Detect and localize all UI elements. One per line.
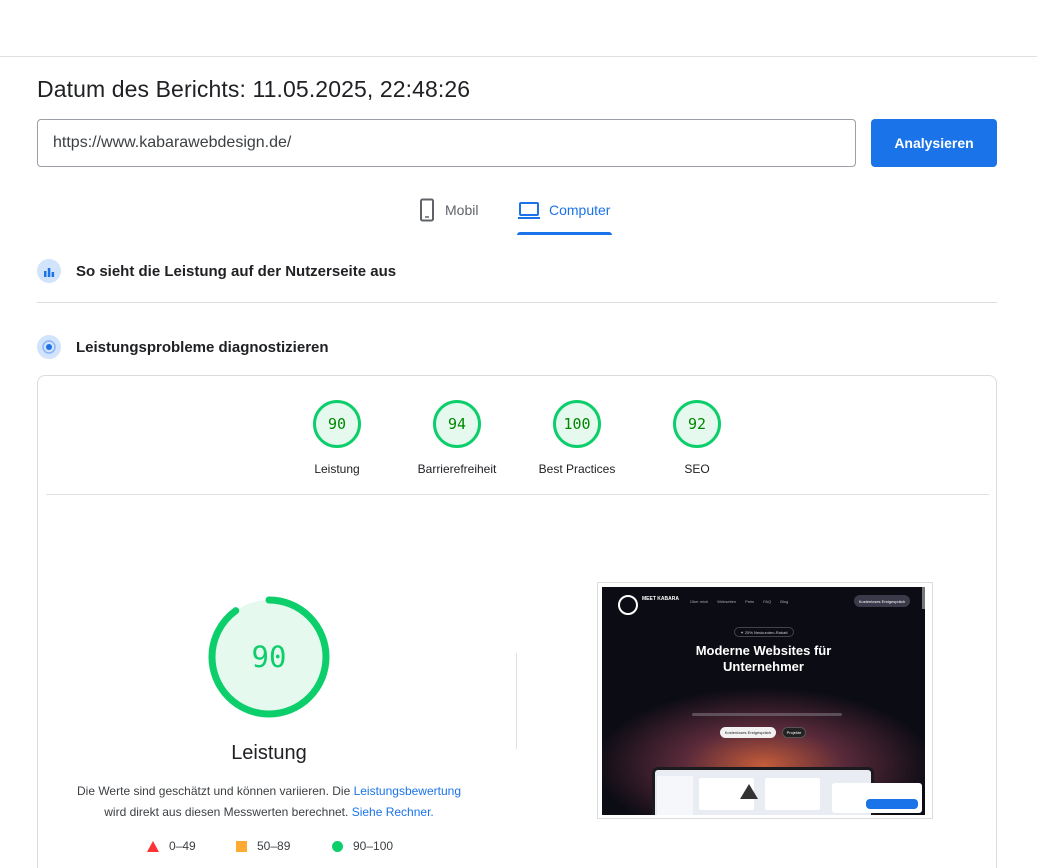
site-nav-item: Blog xyxy=(780,599,789,604)
lab-data-icon xyxy=(37,335,61,359)
site-nav-item: Webseiten xyxy=(717,599,737,604)
site-badge: ✦ 25% Neukunden-Rabatt xyxy=(734,627,794,637)
card-divider xyxy=(46,494,989,495)
performance-scoring-link[interactable]: Leistungsbewertung xyxy=(354,784,461,798)
performance-note: Die Werte sind geschätzt und können vari… xyxy=(58,781,480,823)
score-label: SEO xyxy=(684,462,710,476)
score-label: Leistung xyxy=(314,462,360,476)
score-value: 92 xyxy=(673,400,721,448)
performance-title: Leistung xyxy=(231,742,307,764)
field-data-title: So sieht die Leistung auf der Nutzerseit… xyxy=(76,262,397,280)
section-divider xyxy=(37,302,997,303)
calculator-link[interactable]: Siehe Rechner. xyxy=(352,805,434,819)
site-nav-item: Preis xyxy=(745,599,755,604)
fail-triangle-icon xyxy=(147,840,159,852)
field-data-icon xyxy=(37,259,61,283)
site-primary-button: Kostenloses Erstgespräch xyxy=(720,727,776,738)
top-bar xyxy=(0,0,1037,57)
url-input[interactable] xyxy=(37,119,856,167)
score-gauge-best-practices[interactable]: 100 Best Practices xyxy=(527,400,627,476)
legend-good-label: 90–100 xyxy=(353,839,394,853)
legend-poor-label: 0–49 xyxy=(169,839,196,853)
legend-average-label: 50–89 xyxy=(257,839,291,853)
site-cookie-banner xyxy=(832,783,922,813)
score-gauge-seo[interactable]: 92 SEO xyxy=(647,400,747,476)
vertical-separator xyxy=(516,653,517,749)
performance-score: 90 xyxy=(251,640,287,674)
legend-poor: 0–49 xyxy=(147,839,196,853)
mockup-panel xyxy=(765,778,820,810)
tab-mobile-label: Mobil xyxy=(445,202,479,218)
site-cta: Kostenloses Erstgespräch xyxy=(854,595,910,607)
site-nav: Über mich Webseiten Preis FAQ Blog xyxy=(690,599,788,604)
cookie-button xyxy=(866,799,918,809)
site-headline: Moderne Websites für Unternehmer xyxy=(695,643,832,674)
site-brand: MEET KABARA xyxy=(642,596,679,602)
mockup-sidebar xyxy=(657,776,693,815)
score-value: 90 xyxy=(313,400,361,448)
site-nav-item: Über mich xyxy=(690,599,709,604)
score-label: Barrierefreiheit xyxy=(417,462,497,476)
laptop-icon xyxy=(518,202,540,219)
diagnose-title: Leistungsprobleme diagnostizieren xyxy=(76,338,329,356)
legend-average: 50–89 xyxy=(236,839,290,853)
score-gauge-performance[interactable]: 90 Leistung xyxy=(287,400,387,476)
site-subline xyxy=(692,713,842,716)
note-text-2: wird direkt aus diesen Messwerten berech… xyxy=(104,805,352,819)
smartphone-icon xyxy=(420,198,434,222)
pass-circle-icon xyxy=(332,840,343,852)
lab-data-card: 90 Leistung 94 Barrierefreiheit 100 Best… xyxy=(37,375,997,868)
page-screenshot-image: MEET KABARA Über mich Webseiten Preis FA… xyxy=(602,587,925,815)
site-logo-icon xyxy=(618,595,638,615)
field-data-section-header: So sieht die Leistung auf der Nutzerseit… xyxy=(37,259,396,283)
score-label: Best Practices xyxy=(538,462,616,476)
site-secondary-button: Projekte xyxy=(782,727,806,738)
warning-triangle-icon xyxy=(740,784,758,799)
site-nav-item: FAQ xyxy=(763,599,772,604)
legend-good: 90–100 xyxy=(332,839,393,853)
analyze-button[interactable]: Analysieren xyxy=(871,119,997,167)
report-date: Datum des Berichts: 11.05.2025, 22:48:26 xyxy=(37,76,471,102)
page-screenshot: MEET KABARA Über mich Webseiten Preis FA… xyxy=(597,582,933,819)
tab-desktop[interactable]: Computer xyxy=(517,197,613,235)
note-text-1: Die Werte sind geschätzt und können vari… xyxy=(76,784,354,798)
site-scrollbar xyxy=(922,587,925,609)
diagnose-section-header: Leistungsprobleme diagnostizieren xyxy=(37,335,329,359)
tab-mobile[interactable]: Mobil xyxy=(417,197,478,235)
score-value: 100 xyxy=(553,400,601,448)
score-gauge-accessibility[interactable]: 94 Barrierefreiheit xyxy=(407,400,507,476)
average-square-icon xyxy=(236,840,247,852)
tab-desktop-label: Computer xyxy=(549,202,611,218)
score-value: 94 xyxy=(433,400,481,448)
